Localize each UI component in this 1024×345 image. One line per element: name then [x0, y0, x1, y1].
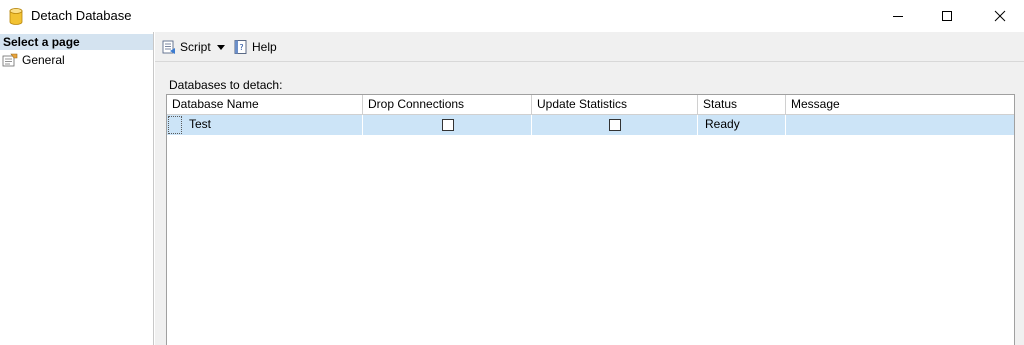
script-label: Script [180, 40, 211, 54]
minimize-icon [893, 16, 903, 17]
column-header-update-statistics[interactable]: Update Statistics [532, 95, 698, 115]
cell-drop-connections [363, 115, 532, 135]
column-header-status[interactable]: Status [698, 95, 786, 115]
cell-status: Ready [698, 115, 786, 135]
maximize-button[interactable] [924, 0, 970, 32]
drop-connections-checkbox[interactable] [442, 119, 454, 131]
general-page-icon [2, 53, 18, 67]
update-statistics-checkbox[interactable] [609, 119, 621, 131]
toolbar: Script ? Help [155, 32, 1024, 62]
column-header-drop-connections[interactable]: Drop Connections [363, 95, 532, 115]
page-item-general[interactable]: General [2, 52, 65, 68]
databases-grid[interactable]: Database Name Drop Connections Update St… [166, 94, 1015, 345]
select-page-header: Select a page [0, 34, 153, 50]
cell-update-statistics [532, 115, 698, 135]
main-pane: Script ? Help Databases to detach: Datab… [155, 32, 1024, 345]
column-header-message[interactable]: Message [786, 95, 1014, 115]
databases-to-detach-label: Databases to detach: [169, 78, 283, 92]
grid-header: Database Name Drop Connections Update St… [167, 95, 1014, 115]
window-title: Detach Database [31, 8, 132, 23]
help-button[interactable]: ? Help [233, 38, 277, 56]
cell-message [786, 115, 1014, 135]
database-icon [9, 8, 23, 25]
title-bar: Detach Database [0, 0, 1024, 32]
maximize-icon [942, 11, 952, 21]
close-button[interactable] [977, 0, 1023, 32]
script-dropdown-button[interactable] [216, 38, 228, 56]
help-icon: ? [234, 40, 247, 54]
page-item-label: General [22, 53, 65, 67]
table-row[interactable]: Test Ready [167, 115, 1014, 135]
script-button[interactable]: Script [161, 38, 211, 56]
help-label: Help [252, 40, 277, 54]
svg-text:?: ? [239, 43, 243, 52]
page-selector-pane: Select a page General [0, 32, 154, 345]
script-icon [162, 40, 175, 54]
column-header-database-name[interactable]: Database Name [167, 95, 363, 115]
cell-database-name[interactable]: Test [167, 115, 363, 135]
detach-database-window: Detach Database Select a page General Sc… [0, 0, 1024, 345]
minimize-button[interactable] [875, 0, 921, 32]
chevron-down-icon [216, 44, 225, 50]
close-icon [994, 10, 1006, 22]
